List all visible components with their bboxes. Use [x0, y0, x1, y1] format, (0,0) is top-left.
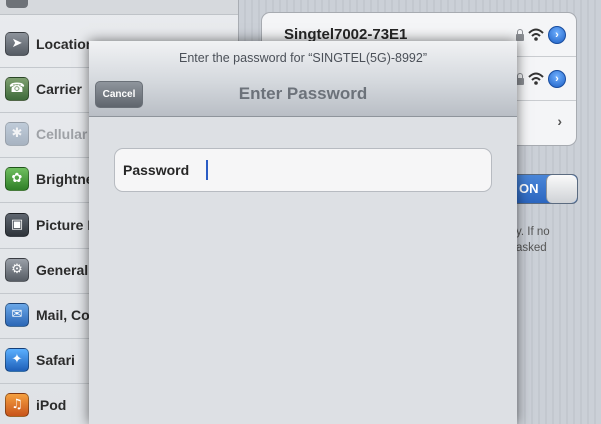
- dialog-prompt: Enter the password for “SINGTEL(5G)-8992…: [178, 51, 427, 65]
- sidebar-item-label: Safari: [36, 352, 75, 368]
- chevron-right-icon: ›: [557, 113, 562, 129]
- network-status-icons: ›: [516, 69, 566, 89]
- screen: ➤ Location ☎ Carrier ✱ Cellular ✿ Bright…: [0, 0, 601, 424]
- wifi-icon: [528, 28, 544, 41]
- mail-icon: ✉: [5, 303, 29, 327]
- sidebar-item-label: Brightne: [36, 171, 94, 187]
- sidebar-item-label: General: [36, 262, 89, 278]
- wifi-icon: [528, 72, 544, 85]
- network-status-icons: ›: [516, 25, 566, 45]
- ask-to-join-explanation: y. If no asked: [516, 224, 596, 256]
- compass-icon: ✦: [5, 348, 29, 372]
- lock-icon: [516, 72, 524, 85]
- sidebar-item-label: Cellular: [36, 126, 88, 142]
- location-arrow-icon: ➤: [5, 32, 29, 56]
- password-label: Password: [123, 162, 190, 178]
- partial-row-icon: [6, 0, 28, 8]
- toggle-label: ON: [519, 181, 539, 196]
- sidebar-item-label: Carrier: [36, 81, 82, 97]
- dialog-title: Enter Password: [238, 84, 368, 103]
- dialog-header: Enter the password for “SINGTEL(5G)-8992…: [89, 41, 517, 117]
- ask-to-join-toggle[interactable]: ON: [512, 174, 578, 204]
- phone-icon: ☎: [5, 77, 29, 101]
- dialog-body: Password: [89, 117, 517, 424]
- toggle-knob: [546, 175, 577, 203]
- sidebar-item-label: Location: [36, 36, 95, 52]
- gear-icon: ⚙: [5, 258, 29, 282]
- sidebar-item-label: iPod: [36, 397, 67, 413]
- password-field-row[interactable]: Password: [114, 148, 492, 192]
- ipod-icon: ♫: [5, 393, 29, 417]
- text-caret: [206, 160, 208, 180]
- explanation-line: y. If no: [516, 226, 550, 238]
- network-detail-button[interactable]: ›: [548, 70, 566, 88]
- cellular-icon: ✱: [5, 122, 29, 146]
- network-detail-button[interactable]: ›: [548, 26, 566, 44]
- picture-frame-icon: ▣: [5, 213, 29, 237]
- sidebar-item-label: Mail, Co: [36, 307, 90, 323]
- sidebar-item-label: Picture F: [36, 217, 96, 233]
- sidebar-top-partial-row: [0, 0, 238, 15]
- explanation-line: asked: [516, 242, 547, 254]
- brightness-icon: ✿: [5, 167, 29, 191]
- password-input[interactable]: [203, 155, 487, 187]
- lock-icon: [516, 28, 524, 41]
- enter-password-dialog: Enter the password for “SINGTEL(5G)-8992…: [89, 41, 517, 424]
